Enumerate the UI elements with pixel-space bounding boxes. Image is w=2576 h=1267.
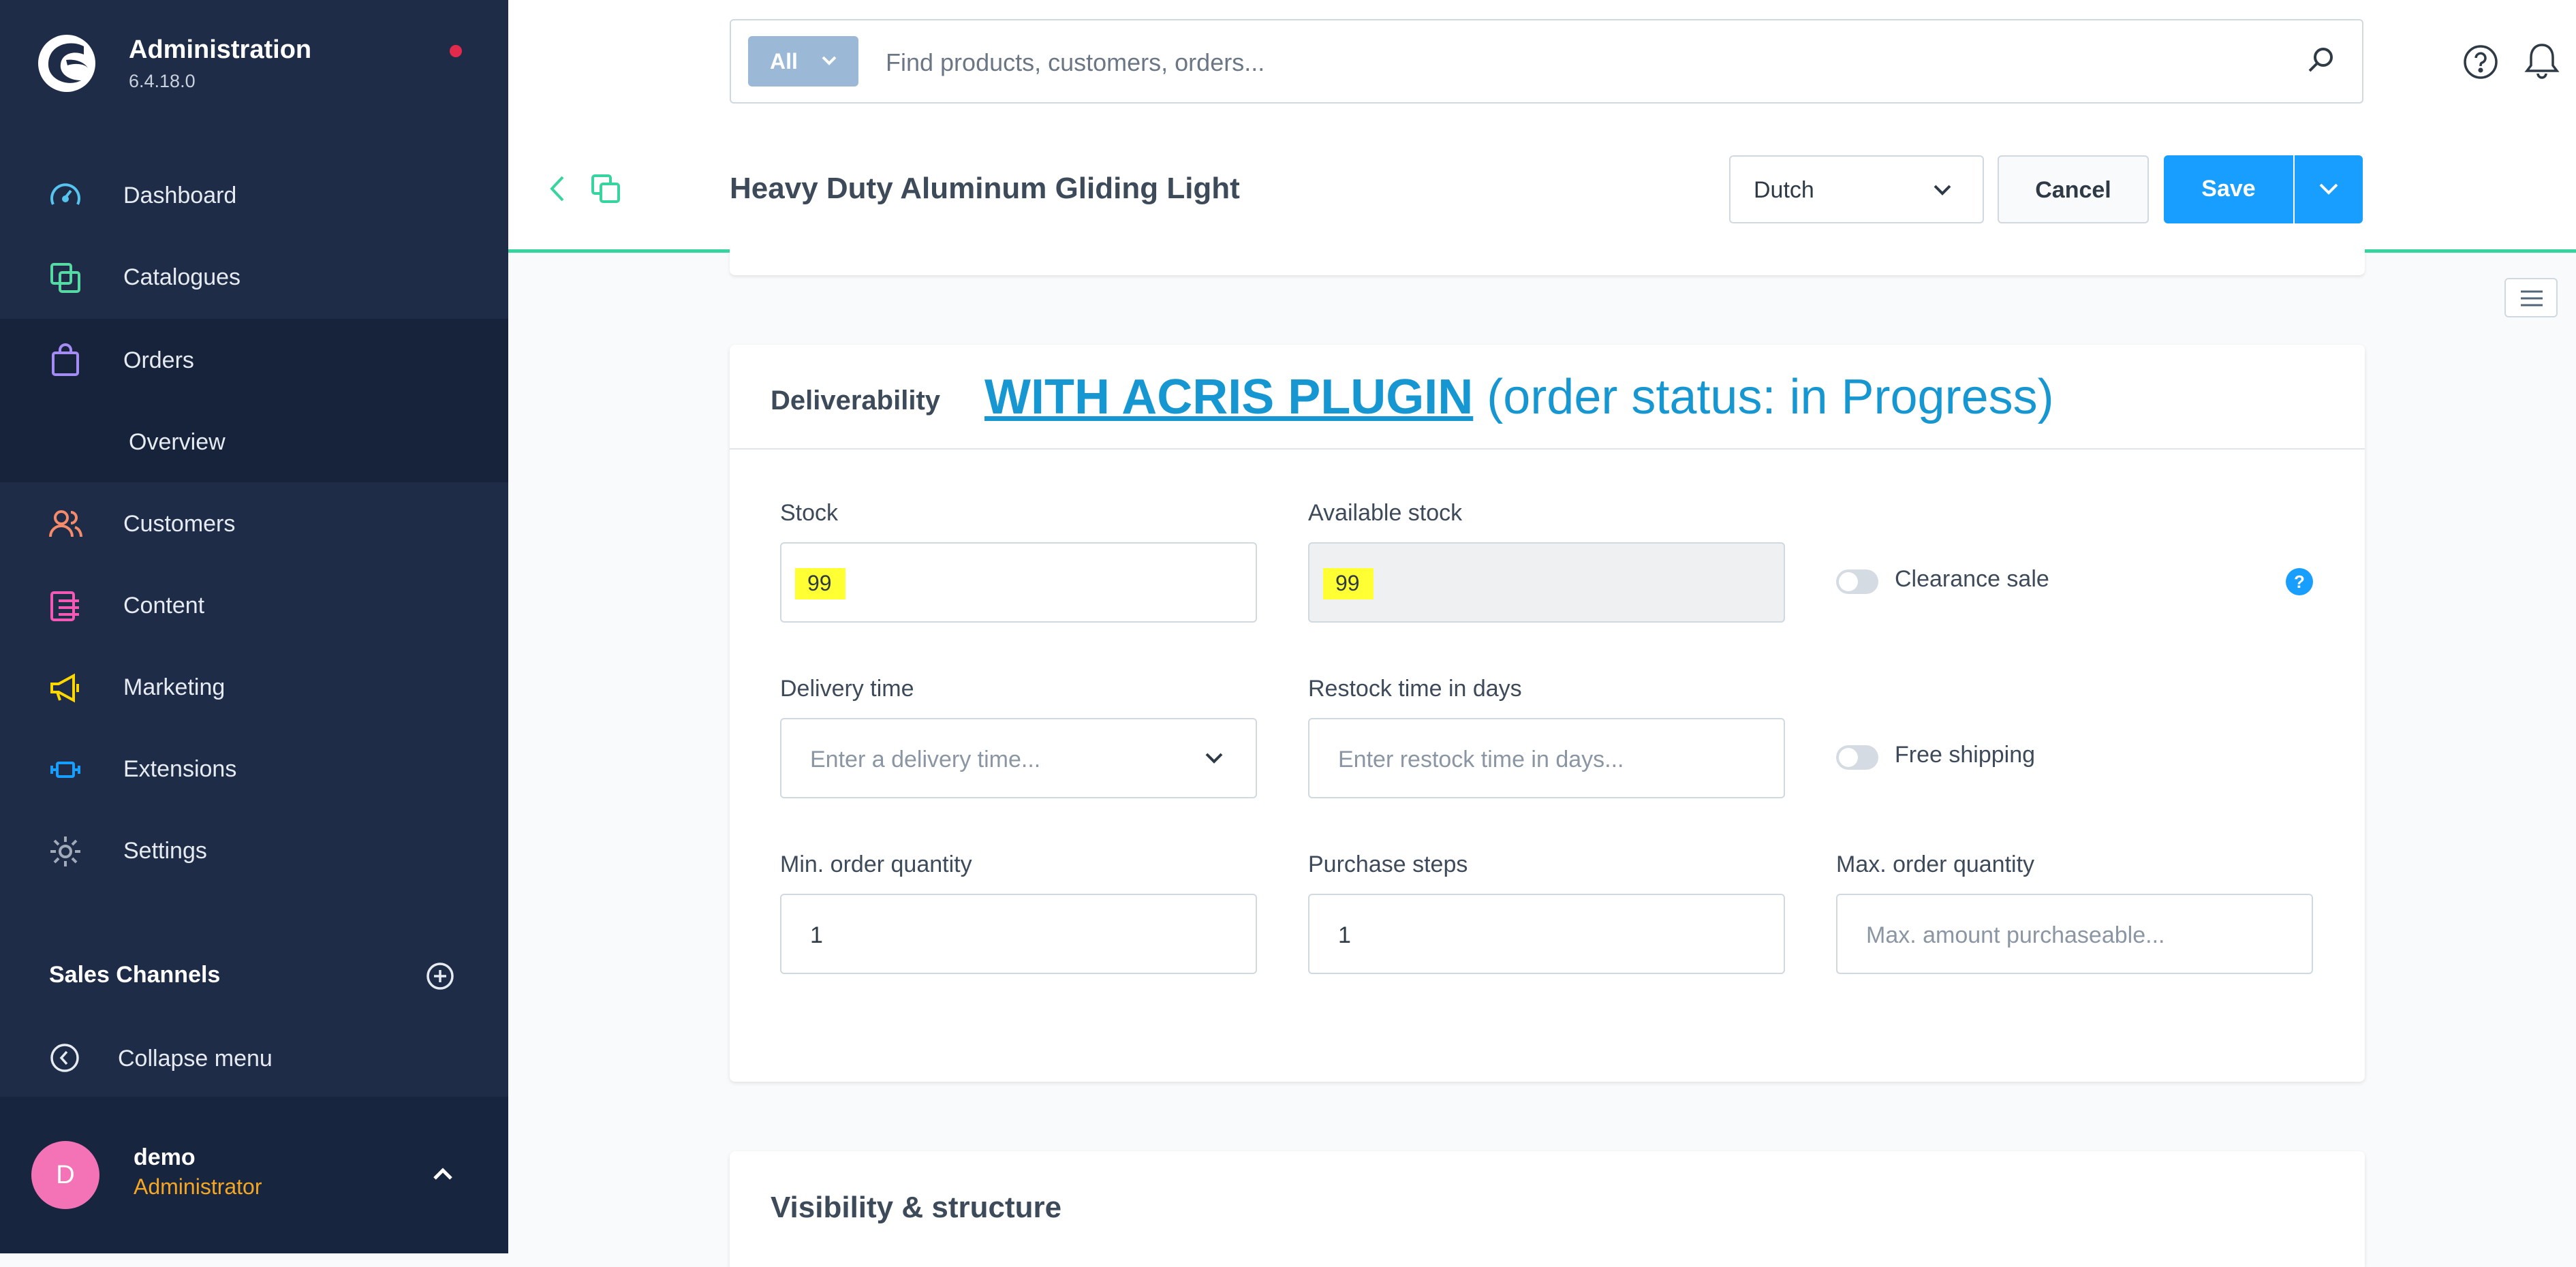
search-type-label: All xyxy=(770,49,798,74)
restock-input[interactable] xyxy=(1337,742,1748,777)
catalogues-icon xyxy=(50,263,80,293)
search-input[interactable] xyxy=(884,40,2284,86)
available-stock-label: Available stock xyxy=(1308,500,1463,526)
collapse-menu-button[interactable]: Collapse menu xyxy=(0,1022,508,1097)
min-order-field[interactable] xyxy=(780,894,1257,974)
visibility-title: Visibility & structure xyxy=(771,1191,1062,1224)
sales-channels-heading: Sales Channels xyxy=(49,962,221,988)
max-order-input[interactable] xyxy=(1865,918,2276,952)
language-select[interactable]: Dutch xyxy=(1729,155,1984,223)
previous-card xyxy=(730,249,2365,275)
sidebar-toggle-button[interactable] xyxy=(2504,278,2558,317)
annotation-rest: (order status: in Progress) xyxy=(1473,370,2054,424)
available-stock-value: 99 xyxy=(1323,568,1374,599)
copy-icon[interactable] xyxy=(590,173,621,204)
min-order-label: Min. order quantity xyxy=(780,851,972,877)
notification-dot xyxy=(450,45,462,57)
sidebar-item-content[interactable]: Content xyxy=(0,564,508,646)
chevron-up-icon[interactable] xyxy=(429,1163,456,1184)
add-sales-channel-icon[interactable] xyxy=(425,961,455,991)
settings-icon xyxy=(50,836,80,866)
save-button[interactable]: Save xyxy=(2164,155,2293,223)
language-value: Dutch xyxy=(1754,177,1814,203)
stock-field[interactable]: 99 xyxy=(780,542,1257,623)
sidebar-item-label: Extensions xyxy=(123,756,237,782)
shopware-logo-icon[interactable] xyxy=(36,33,97,94)
sidebar-item-label: Dashboard xyxy=(123,183,237,208)
user-role: Administrator xyxy=(134,1174,262,1199)
sidebar-item-label: Settings xyxy=(123,838,207,864)
purchase-steps-field[interactable] xyxy=(1308,894,1785,974)
card-title: Deliverability xyxy=(771,386,941,416)
free-shipping-toggle[interactable] xyxy=(1836,745,1878,770)
sidebar-item-marketing[interactable]: Marketing xyxy=(0,646,508,728)
back-arrow-icon[interactable] xyxy=(546,173,567,204)
user-name: demo xyxy=(134,1144,196,1170)
delivery-time-select[interactable] xyxy=(780,718,1257,798)
clearance-sale-label: Clearance sale xyxy=(1895,566,2049,592)
purchase-steps-label: Purchase steps xyxy=(1308,851,1468,877)
min-order-input[interactable] xyxy=(809,918,1220,952)
max-order-field[interactable] xyxy=(1836,894,2313,974)
restock-label: Restock time in days xyxy=(1308,676,1522,702)
sidebar-item-dashboard[interactable]: Dashboard xyxy=(0,154,508,236)
cancel-label: Cancel xyxy=(2035,177,2111,203)
collapse-menu-label: Collapse menu xyxy=(118,1046,273,1072)
sidebar-item-catalogues[interactable]: Catalogues xyxy=(0,236,508,317)
sidebar-item-settings[interactable]: Settings xyxy=(0,809,508,891)
delivery-time-input[interactable] xyxy=(809,742,1220,777)
restock-field[interactable] xyxy=(1308,718,1785,798)
purchase-steps-input[interactable] xyxy=(1337,918,1748,952)
sidebar-subitem-label: Overview xyxy=(129,429,226,455)
chevron-down-icon xyxy=(1934,185,1951,195)
brand-header: Administration 6.4.18.0 xyxy=(0,0,508,129)
visibility-card: Visibility & structure xyxy=(730,1151,2365,1267)
deliverability-card: Deliverability WITH ACRIS PLUGIN (order … xyxy=(730,345,2365,1082)
save-options-button[interactable] xyxy=(2295,155,2363,223)
app-title: Administration xyxy=(129,35,312,64)
card-header: Deliverability WITH ACRIS PLUGIN (order … xyxy=(730,345,2365,450)
content-icon xyxy=(50,591,79,621)
clearance-sale-toggle[interactable] xyxy=(1836,569,1878,594)
search-type-dropdown[interactable]: All xyxy=(748,36,858,87)
help-icon[interactable] xyxy=(2462,44,2499,80)
sidebar: Administration 6.4.18.0 Dashboard Catalo… xyxy=(0,0,508,1253)
menu-icon xyxy=(2521,290,2543,307)
orders-icon xyxy=(52,343,79,376)
delivery-time-label: Delivery time xyxy=(780,676,914,702)
customers-icon xyxy=(49,510,82,537)
sidebar-item-label: Content xyxy=(123,593,205,619)
sidebar-item-label: Orders xyxy=(123,347,194,373)
search-icon[interactable] xyxy=(2306,45,2337,76)
sidebar-item-label: Catalogues xyxy=(123,264,241,290)
extensions-icon xyxy=(50,762,80,778)
app-version: 6.4.18.0 xyxy=(129,71,196,91)
avatar: D xyxy=(31,1141,99,1209)
page-title: Heavy Duty Aluminum Gliding Light xyxy=(730,172,1240,205)
sidebar-item-label: Marketing xyxy=(123,674,226,700)
annotation-text: WITH ACRIS PLUGIN (order status: in Prog… xyxy=(984,369,2054,425)
help-info-icon[interactable]: ? xyxy=(2286,568,2313,595)
bell-icon[interactable] xyxy=(2523,41,2561,82)
chevron-down-icon xyxy=(2319,183,2338,195)
cancel-button[interactable]: Cancel xyxy=(1998,155,2149,223)
user-menu[interactable]: D demo Administrator xyxy=(0,1097,508,1253)
save-label: Save xyxy=(2201,176,2256,202)
stock-value: 99 xyxy=(795,568,845,599)
collapse-icon xyxy=(50,1044,79,1072)
stock-label: Stock xyxy=(780,500,839,526)
sidebar-item-orders[interactable]: Orders xyxy=(0,319,508,401)
sidebar-item-label: Customers xyxy=(123,511,236,537)
marketing-icon xyxy=(50,673,79,703)
free-shipping-label: Free shipping xyxy=(1895,742,2036,768)
chevron-down-icon xyxy=(1205,753,1223,764)
sidebar-item-extensions[interactable]: Extensions xyxy=(0,728,508,809)
dashboard-icon xyxy=(50,183,80,205)
max-order-label: Max. order quantity xyxy=(1836,851,2035,877)
sidebar-item-customers[interactable]: Customers xyxy=(0,482,508,564)
sidebar-subitem-overview[interactable]: Overview xyxy=(0,401,508,482)
available-stock-field: 99 xyxy=(1308,542,1785,623)
chevron-down-icon xyxy=(822,56,837,65)
annotation-strong: WITH ACRIS PLUGIN xyxy=(984,370,1474,424)
